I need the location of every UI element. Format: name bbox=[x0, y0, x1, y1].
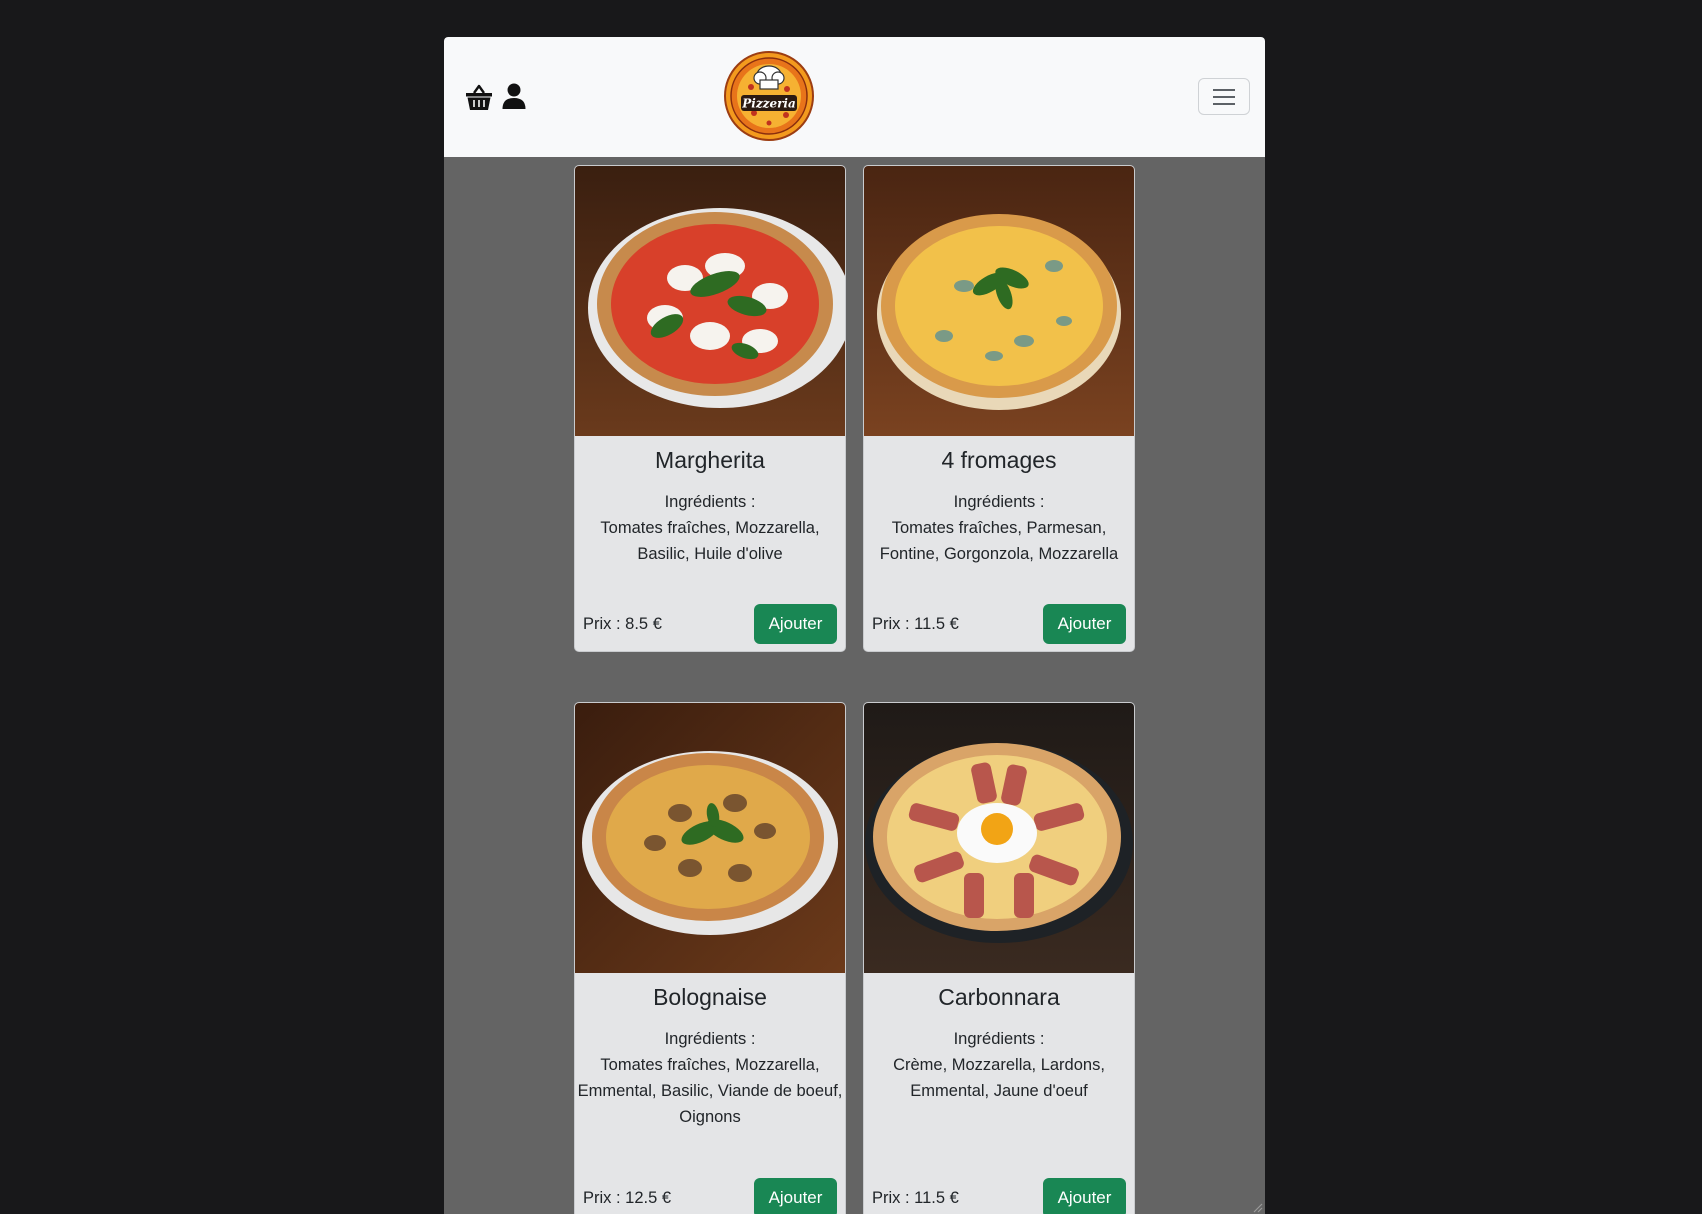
ingredients-label: Ingrédients : bbox=[953, 493, 1045, 511]
pizza-name: Bolognaise bbox=[653, 984, 767, 1010]
pizza-name: Carbonnara bbox=[938, 984, 1060, 1010]
pizza-photo-bolognaise bbox=[575, 703, 845, 973]
pizza-name: 4 fromages bbox=[941, 447, 1057, 473]
add-to-cart-button[interactable]: Ajouter bbox=[754, 604, 837, 644]
pizza-price: Prix : 11.5 € bbox=[872, 615, 959, 633]
pizza-card-bolognaise: Bolognaise Ingrédients : Tomates fraîche… bbox=[574, 702, 846, 1214]
pizza-card-margherita: Margherita Ingrédients : Tomates fraîche… bbox=[574, 165, 846, 652]
pizzeria-logo[interactable]: Pizzeria bbox=[724, 51, 814, 141]
pizza-card-carbonnara: Carbonnara Ingrédients : Crème, Mozzarel… bbox=[863, 702, 1135, 1214]
ingredients-text: Tomates fraîches, Mozzarella, Emmental, … bbox=[577, 1056, 843, 1126]
basket-icon[interactable] bbox=[464, 83, 494, 113]
pizza-photo-margherita bbox=[575, 166, 845, 436]
logo-text: Pizzeria bbox=[741, 97, 796, 111]
ingredients-text: Tomates fraîches, Parmesan, Fontine, Gor… bbox=[879, 519, 1119, 563]
pizza-price: Prix : 12.5 € bbox=[583, 1189, 672, 1207]
pizza-card-4-fromages: 4 fromages Ingrédients : Tomates fraîche… bbox=[863, 165, 1135, 652]
add-to-cart-button[interactable]: Ajouter bbox=[754, 1178, 837, 1214]
pizza-price: Prix : 11.5 € bbox=[872, 1189, 959, 1207]
app-frame: Pizzeria Margherita Ingrédients: Tomate… bbox=[444, 37, 1265, 1214]
navbar: Pizzeria bbox=[444, 37, 1265, 157]
resize-handle-icon[interactable] bbox=[1251, 1200, 1263, 1213]
pizza-name: Margherita bbox=[655, 447, 765, 473]
pizza-price: Prix : 8.5 € bbox=[583, 615, 662, 633]
add-to-cart-button[interactable]: Ajouter bbox=[1043, 604, 1126, 644]
ingredients-text: Tomates fraîches, Mozzarella, Basilic, H… bbox=[600, 519, 820, 563]
hamburger-menu-icon bbox=[1213, 89, 1235, 91]
user-icon[interactable] bbox=[501, 82, 527, 110]
ingredients-label: Ingrédients : bbox=[664, 1030, 756, 1048]
ingredients-label: Ingrédients : bbox=[953, 1030, 1045, 1048]
menu-toggle-button[interactable] bbox=[1198, 78, 1250, 115]
pizza-photo-4-fromages bbox=[864, 166, 1134, 436]
ingredients-label: Ingrédients : bbox=[664, 493, 756, 511]
add-to-cart-button[interactable]: Ajouter bbox=[1043, 1178, 1126, 1214]
ingredients-text: Crème, Mozzarella, Lardons, Emmental, Ja… bbox=[893, 1056, 1105, 1100]
pizza-photo-carbonnara bbox=[864, 703, 1134, 973]
